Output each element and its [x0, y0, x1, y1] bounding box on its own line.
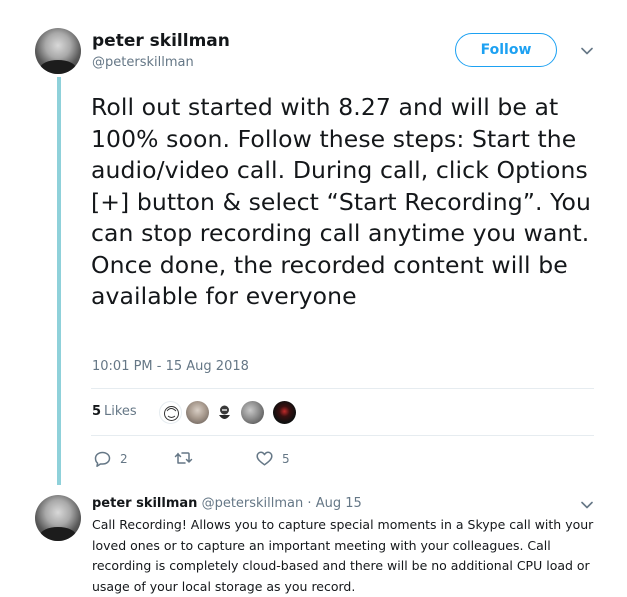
reply-author-handle[interactable]: @peterskillman: [202, 496, 304, 511]
reply-date[interactable]: Aug 15: [316, 496, 362, 511]
reply-action[interactable]: 2: [94, 451, 128, 467]
like-count: 5: [282, 451, 290, 466]
author-name[interactable]: peter skillman: [92, 31, 230, 51]
avatar-shirt: [39, 527, 77, 541]
reply-more-options-chevron-icon[interactable]: [579, 497, 595, 513]
more-options-chevron-icon[interactable]: [579, 43, 595, 59]
author-handle[interactable]: @peterskillman: [92, 55, 194, 70]
divider-bottom: [91, 435, 594, 436]
retweet-action[interactable]: [174, 451, 193, 465]
liker-avatar-3[interactable]: [213, 401, 236, 424]
liker-avatar-5[interactable]: [273, 401, 296, 424]
reply-header: peter skillman @peterskillman · Aug 15: [92, 496, 362, 511]
divider-top: [91, 388, 594, 389]
reply-icon: [94, 451, 111, 467]
likes-label[interactable]: Likes: [104, 404, 137, 419]
thread-line: [57, 77, 61, 485]
reply-text: Call Recording! Allows you to capture sp…: [92, 517, 594, 594]
bearded-man-icon: [219, 405, 230, 419]
sketch-face-icon: [164, 406, 179, 421]
likes-count[interactable]: 5: [92, 404, 101, 419]
tweet-timestamp[interactable]: 10:01 PM - 15 Aug 2018: [92, 359, 249, 374]
reply-author-avatar[interactable]: [35, 495, 81, 541]
author-avatar[interactable]: [35, 28, 81, 74]
tweet-text: Roll out started with 8.27 and will be a…: [91, 93, 591, 310]
reply-count: 2: [120, 452, 128, 466]
follow-button[interactable]: Follow: [455, 33, 557, 67]
reply-separator: ·: [307, 496, 312, 511]
reply-author-name[interactable]: peter skillman: [92, 496, 197, 511]
liker-avatar-2[interactable]: [186, 401, 209, 424]
liker-avatar-1[interactable]: [159, 401, 182, 424]
retweet-icon: [174, 452, 193, 464]
avatar-shirt: [39, 60, 77, 74]
like-action[interactable]: 5: [256, 451, 290, 466]
heart-icon: [256, 451, 273, 466]
liker-avatar-4[interactable]: [241, 401, 264, 424]
